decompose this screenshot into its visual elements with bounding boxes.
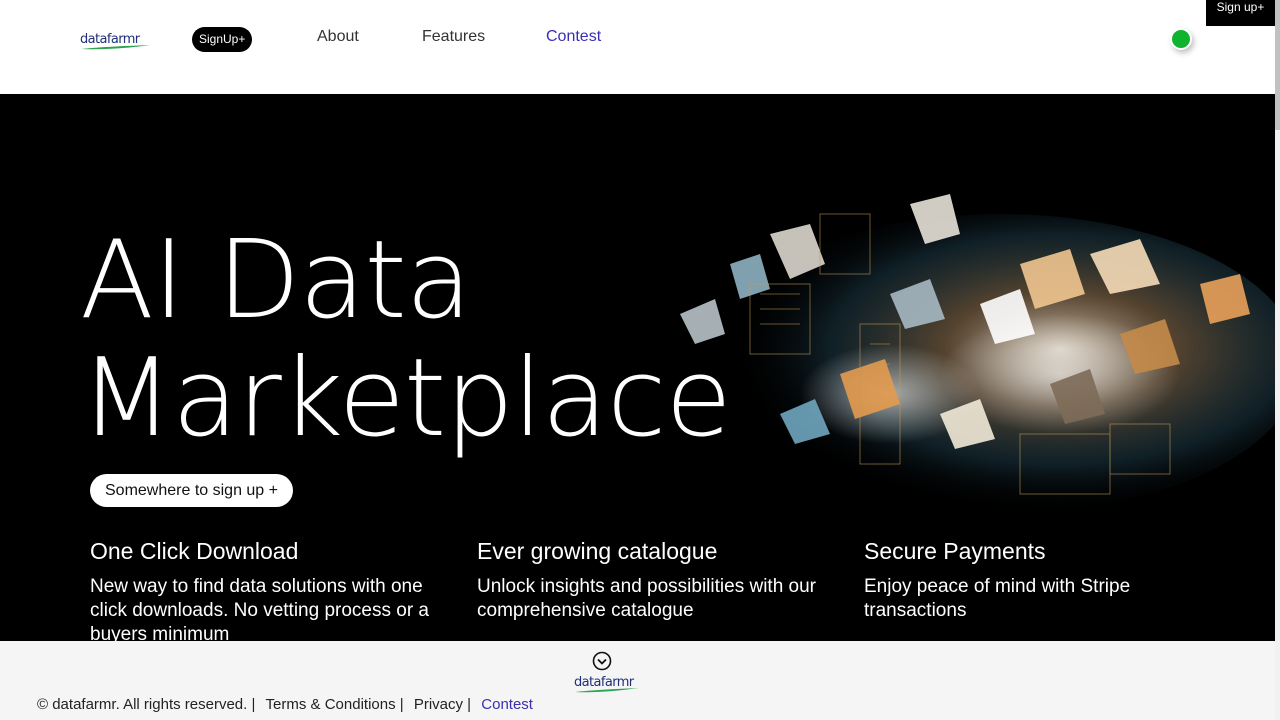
hero-signup-button[interactable]: Somewhere to sign up + [90,474,293,507]
hero-section: AI Data Marketplace Somewhere to sign up… [0,94,1275,641]
hero-data-cloud-image [680,194,1275,514]
feature-text: Enjoy peace of mind with Stripe transact… [864,576,1131,621]
hero-title-line-1: AI Data [80,218,472,343]
feature-text: New way to find data solutions with one … [90,576,429,641]
footer-links: © datafarmr. All rights reserved. | Term… [37,696,533,713]
footer-contest-link[interactable]: Contest [481,696,533,713]
corner-signup-button[interactable]: Sign up+ [1206,0,1275,26]
logo-swoosh-icon [81,45,150,50]
footer-terms-link[interactable]: Terms & Conditions | [266,696,404,713]
feature-title: Ever growing catalogue [477,538,718,564]
logo[interactable]: datafarmr [80,30,152,52]
site-footer: datafarmr © datafarmr. All rights reserv… [0,641,1275,720]
nav-link-contest[interactable]: Contest [546,28,601,46]
status-dot-icon[interactable] [1170,28,1192,50]
scrollbar[interactable] [1275,0,1280,720]
signup-button[interactable]: SignUp+ [192,27,253,52]
footer-copyright: © datafarmr. All rights reserved. | [37,696,256,713]
scrollbar-thumb[interactable] [1275,0,1280,130]
feature-catalogue: Ever growing catalogue Unlock insights a… [477,538,817,623]
feature-title: Secure Payments [864,538,1046,564]
hero-title: AI Data Marketplace [80,218,732,461]
chevron-down-circle-icon[interactable] [592,651,612,671]
footer-privacy-link[interactable]: Privacy | [414,696,471,713]
feature-one-click-download: One Click Download New way to find data … [90,538,430,641]
footer-logo[interactable]: datafarmr [574,673,640,695]
feature-text: Unlock insights and possibilities with o… [477,576,816,621]
nav-link-features[interactable]: Features [422,28,485,46]
logo-swoosh-icon [575,688,638,693]
nav-link-about[interactable]: About [317,28,359,46]
feature-secure-payments: Secure Payments Enjoy peace of mind with… [864,538,1204,623]
site-header: datafarmr SignUp+ About Features Contest [0,0,1275,94]
feature-title: One Click Download [90,538,299,564]
hero-title-line-2: Marketplace [80,336,732,461]
